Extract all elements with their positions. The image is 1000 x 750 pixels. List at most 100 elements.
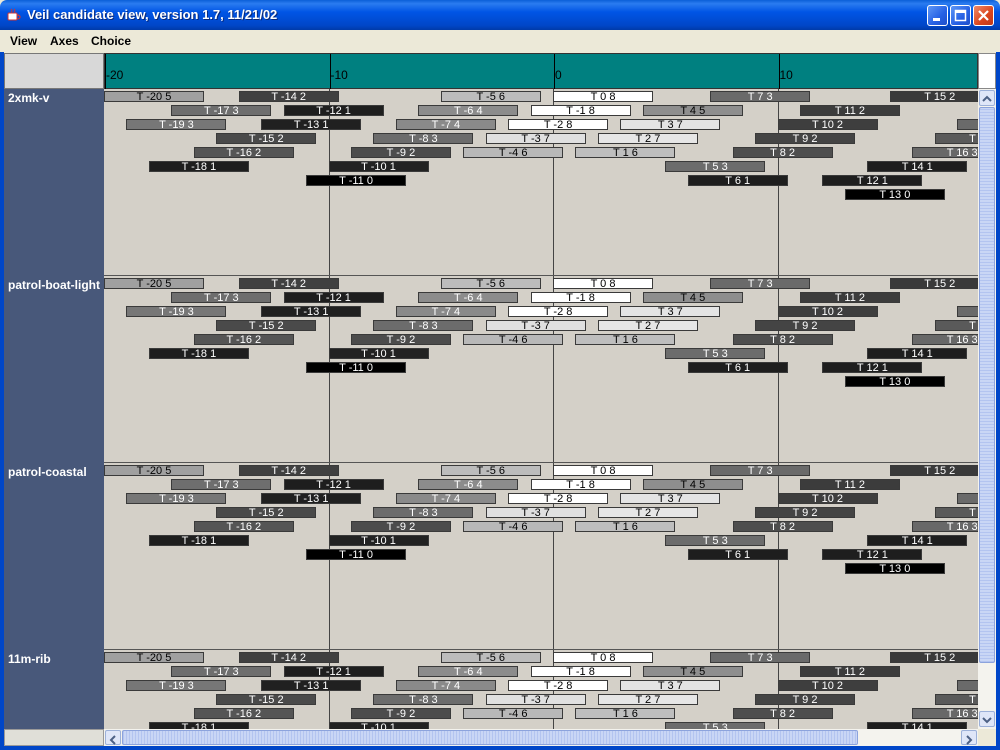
- track-box[interactable]: T 7 3: [710, 652, 811, 663]
- track-box[interactable]: T -14 2: [238, 652, 339, 663]
- menu-choice[interactable]: Choice: [91, 34, 131, 48]
- track-box[interactable]: T -1 8: [530, 479, 631, 490]
- track-box[interactable]: T -6 4: [418, 105, 519, 116]
- track-box[interactable]: T 0 8: [553, 91, 653, 102]
- track-box[interactable]: T -20 5: [104, 465, 204, 476]
- track-box[interactable]: T -4 6: [463, 147, 564, 158]
- track-box[interactable]: T 10 2: [777, 306, 878, 317]
- track-box[interactable]: T -8 3: [373, 694, 474, 705]
- track-box[interactable]: T 4 5: [642, 479, 743, 490]
- track-box[interactable]: T 2 7: [597, 694, 698, 705]
- candidate-plot[interactable]: T -20 5 T -14 2 T -5 6 T 0 8 T 7 3 T 15 2 T -1…: [104, 89, 978, 729]
- track-box[interactable]: T -3 7: [485, 507, 586, 518]
- track-box[interactable]: T 9 2: [755, 133, 856, 144]
- vertical-scrollbar[interactable]: [978, 89, 996, 729]
- track-box[interactable]: T -18 1: [148, 348, 249, 359]
- track-box[interactable]: T -4 6: [463, 334, 564, 345]
- track-box[interactable]: T 9 2: [755, 507, 856, 518]
- track-box[interactable]: T 6 1: [687, 362, 788, 373]
- close-button[interactable]: [973, 5, 994, 26]
- track-box[interactable]: T -3 7: [485, 320, 586, 331]
- track-box[interactable]: T 9 2: [755, 694, 856, 705]
- track-box[interactable]: T -18 1: [148, 722, 249, 729]
- track-box[interactable]: T -5 6: [440, 652, 541, 663]
- track-box[interactable]: T 1 6: [575, 334, 676, 345]
- track-box[interactable]: T -1 8: [530, 666, 631, 677]
- row-label[interactable]: 11m-rib: [8, 652, 51, 666]
- track-box[interactable]: T -2 8: [508, 493, 609, 504]
- track-box[interactable]: T -15 2: [216, 133, 317, 144]
- track-box[interactable]: T 10 2: [777, 493, 878, 504]
- track-box[interactable]: T -19 3: [126, 119, 227, 130]
- track-box[interactable]: T 5 3: [665, 535, 766, 546]
- track-box[interactable]: T 2 7: [597, 320, 698, 331]
- scroll-up-button[interactable]: [979, 90, 995, 106]
- track-box[interactable]: T -7 4: [395, 493, 496, 504]
- track-box[interactable]: T 17 2: [934, 694, 978, 705]
- track-box[interactable]: T -6 4: [418, 292, 519, 303]
- track-box[interactable]: T -20 5: [104, 91, 204, 102]
- track-box[interactable]: T 11 2: [799, 666, 900, 677]
- track-box[interactable]: T 4 5: [642, 666, 743, 677]
- track-box[interactable]: T -20 5: [104, 278, 204, 289]
- menu-axes[interactable]: Axes: [50, 34, 79, 48]
- track-box[interactable]: T -3 7: [485, 133, 586, 144]
- track-box[interactable]: T 17 2: [934, 320, 978, 331]
- track-box[interactable]: T 16 3: [912, 521, 978, 532]
- track-box[interactable]: T 0 8: [553, 465, 653, 476]
- track-box[interactable]: T 3 7: [620, 119, 721, 130]
- track-box[interactable]: T -12 1: [283, 666, 384, 677]
- track-box[interactable]: T -15 2: [216, 694, 317, 705]
- track-box[interactable]: T -1 8: [530, 105, 631, 116]
- track-box[interactable]: T 17 2: [934, 507, 978, 518]
- track-box[interactable]: T 13 0: [844, 376, 945, 387]
- track-box[interactable]: T -1 8: [530, 292, 631, 303]
- track-box[interactable]: T -17 3: [171, 479, 272, 490]
- track-box[interactable]: T -7 4: [395, 119, 496, 130]
- track-box[interactable]: T -13 1: [261, 493, 362, 504]
- vertical-scroll-thumb[interactable]: [979, 107, 995, 663]
- track-box[interactable]: T 17 3: [957, 119, 978, 130]
- track-box[interactable]: T 1 6: [575, 708, 676, 719]
- track-box[interactable]: T 16 3: [912, 708, 978, 719]
- track-box[interactable]: T -20 5: [104, 652, 204, 663]
- track-box[interactable]: T -10 1: [328, 535, 429, 546]
- track-box[interactable]: T -19 3: [126, 680, 227, 691]
- track-box[interactable]: T -5 6: [440, 91, 541, 102]
- track-box[interactable]: T -12 1: [283, 479, 384, 490]
- track-box[interactable]: T 11 2: [799, 105, 900, 116]
- track-box[interactable]: T 3 7: [620, 680, 721, 691]
- track-box[interactable]: T -18 1: [148, 161, 249, 172]
- track-box[interactable]: T 15 2: [889, 278, 978, 289]
- track-box[interactable]: T 14 1: [867, 161, 968, 172]
- track-box[interactable]: T 4 5: [642, 292, 743, 303]
- track-box[interactable]: T -16 2: [193, 334, 294, 345]
- menu-view[interactable]: View: [10, 34, 37, 48]
- track-box[interactable]: T 11 2: [799, 292, 900, 303]
- track-box[interactable]: T 16 3: [912, 334, 978, 345]
- track-box[interactable]: T 1 6: [575, 521, 676, 532]
- track-box[interactable]: T 7 3: [710, 91, 811, 102]
- track-box[interactable]: T -8 3: [373, 320, 474, 331]
- track-box[interactable]: T -3 7: [485, 694, 586, 705]
- track-box[interactable]: T 12 1: [822, 362, 923, 373]
- track-box[interactable]: T 15 2: [889, 91, 978, 102]
- track-box[interactable]: T -15 2: [216, 320, 317, 331]
- track-box[interactable]: T 0 8: [553, 278, 653, 289]
- track-box[interactable]: T -2 8: [508, 680, 609, 691]
- track-box[interactable]: T -12 1: [283, 105, 384, 116]
- track-box[interactable]: T -13 1: [261, 680, 362, 691]
- track-box[interactable]: T -12 1: [283, 292, 384, 303]
- track-box[interactable]: T 3 7: [620, 493, 721, 504]
- track-box[interactable]: T -11 0: [306, 362, 407, 373]
- track-box[interactable]: T 6 1: [687, 175, 788, 186]
- track-box[interactable]: T -17 3: [171, 292, 272, 303]
- track-box[interactable]: T 2 7: [597, 133, 698, 144]
- track-box[interactable]: T -17 3: [171, 666, 272, 677]
- track-box[interactable]: T 0 8: [553, 652, 653, 663]
- horizontal-scroll-thumb[interactable]: [122, 730, 858, 745]
- track-box[interactable]: T 6 1: [687, 549, 788, 560]
- track-box[interactable]: T 4 5: [642, 105, 743, 116]
- track-box[interactable]: T -10 1: [328, 348, 429, 359]
- track-box[interactable]: T -4 6: [463, 521, 564, 532]
